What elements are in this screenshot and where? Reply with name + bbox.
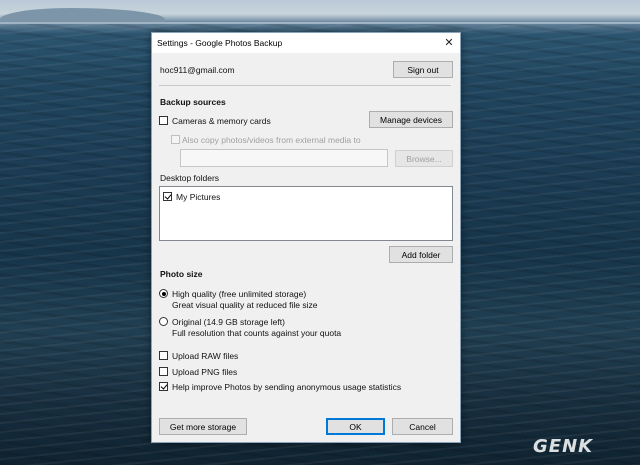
- upload-png-option[interactable]: Upload PNG files: [159, 366, 279, 378]
- genk-watermark-logo: GENK: [533, 436, 594, 457]
- upload-raw-checkbox[interactable]: [159, 351, 168, 360]
- sign-out-button[interactable]: Sign out: [393, 61, 453, 78]
- cameras-checkbox[interactable]: [159, 116, 168, 125]
- list-item[interactable]: My Pictures: [163, 191, 283, 203]
- help-improve-label: Help improve Photos by sending anonymous…: [172, 382, 402, 392]
- divider: [159, 85, 451, 86]
- cameras-option[interactable]: Cameras & memory cards: [159, 115, 289, 127]
- folder-label: My Pictures: [176, 192, 221, 202]
- cameras-label: Cameras & memory cards: [172, 116, 271, 126]
- manage-devices-button[interactable]: Manage devices: [369, 111, 453, 128]
- high-quality-radio[interactable]: [159, 289, 168, 298]
- high-quality-option[interactable]: High quality (free unlimited storage) Gr…: [159, 288, 369, 312]
- desktop-folders-list[interactable]: My Pictures: [159, 186, 453, 241]
- get-more-storage-button[interactable]: Get more storage: [159, 418, 247, 435]
- original-label: Original (14.9 GB storage left): [172, 317, 285, 327]
- my-pictures-checkbox[interactable]: [163, 192, 172, 201]
- window-title: Settings - Google Photos Backup: [157, 38, 283, 48]
- external-media-path-field[interactable]: [180, 149, 388, 167]
- original-option[interactable]: Original (14.9 GB storage left) Full res…: [159, 316, 369, 340]
- high-quality-description: Great visual quality at reduced file siz…: [172, 300, 318, 310]
- upload-png-label: Upload PNG files: [172, 367, 238, 377]
- account-email: hoc911@gmail.com: [160, 65, 235, 75]
- add-folder-button[interactable]: Add folder: [389, 246, 453, 263]
- help-improve-checkbox[interactable]: [159, 382, 168, 391]
- original-radio[interactable]: [159, 317, 168, 326]
- ok-button[interactable]: OK: [326, 418, 385, 435]
- upload-raw-label: Upload RAW files: [172, 351, 239, 361]
- help-improve-option[interactable]: Help improve Photos by sending anonymous…: [159, 381, 419, 393]
- external-media-option[interactable]: Also copy photos/videos from external me…: [171, 134, 391, 146]
- external-media-label: Also copy photos/videos from external me…: [182, 135, 361, 145]
- photo-size-heading: Photo size: [160, 269, 203, 279]
- browse-button[interactable]: Browse...: [395, 150, 453, 167]
- close-icon[interactable]: ✕: [440, 34, 458, 52]
- original-description: Full resolution that counts against your…: [172, 328, 342, 338]
- external-media-checkbox[interactable]: [171, 135, 180, 144]
- upload-raw-option[interactable]: Upload RAW files: [159, 350, 279, 362]
- title-bar[interactable]: Settings - Google Photos Backup ✕: [152, 33, 460, 53]
- upload-png-checkbox[interactable]: [159, 367, 168, 376]
- desktop-folders-heading: Desktop folders: [160, 173, 220, 183]
- cancel-button[interactable]: Cancel: [392, 418, 453, 435]
- settings-dialog: Settings - Google Photos Backup ✕ hoc911…: [151, 32, 461, 443]
- high-quality-label: High quality (free unlimited storage): [172, 289, 307, 299]
- backup-sources-heading: Backup sources: [160, 97, 226, 107]
